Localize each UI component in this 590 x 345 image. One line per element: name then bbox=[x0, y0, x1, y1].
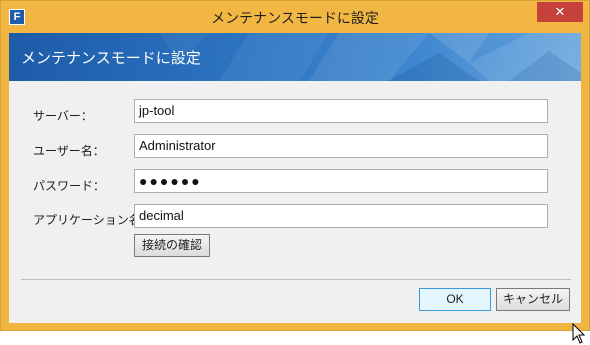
footer-separator bbox=[21, 279, 571, 280]
username-input[interactable]: Administrator bbox=[134, 134, 548, 158]
window-title: メンテナンスモードに設定 bbox=[211, 11, 379, 27]
server-input[interactable]: jp-tool bbox=[134, 99, 548, 123]
mouse-cursor-icon bbox=[572, 323, 586, 344]
app-name-input[interactable]: decimal bbox=[134, 204, 548, 228]
ok-button[interactable]: OK bbox=[419, 288, 491, 311]
username-label: ユーザー名： bbox=[33, 144, 105, 158]
password-label: パスワード： bbox=[33, 179, 106, 193]
title-bar[interactable]: F メンテナンスモードに設定 ✕ bbox=[1, 1, 589, 33]
cancel-button[interactable]: キャンセル bbox=[496, 288, 570, 311]
server-label: サーバー： bbox=[33, 109, 93, 123]
header-banner: メンテナンスモードに設定 bbox=[9, 33, 581, 81]
check-connection-button[interactable]: 接続の確認 bbox=[134, 234, 210, 257]
dialog-body: メンテナンスモードに設定 サーバー： jp-tool ユーザー名： Admini… bbox=[9, 33, 586, 344]
banner-title: メンテナンスモードに設定 bbox=[21, 49, 201, 67]
close-button[interactable]: ✕ bbox=[537, 2, 583, 22]
dialog-window: F メンテナンスモードに設定 ✕ メンテナンスモードに設定 サーバー： jp-t… bbox=[0, 0, 590, 344]
password-input[interactable]: ●●●●●● bbox=[134, 169, 548, 193]
